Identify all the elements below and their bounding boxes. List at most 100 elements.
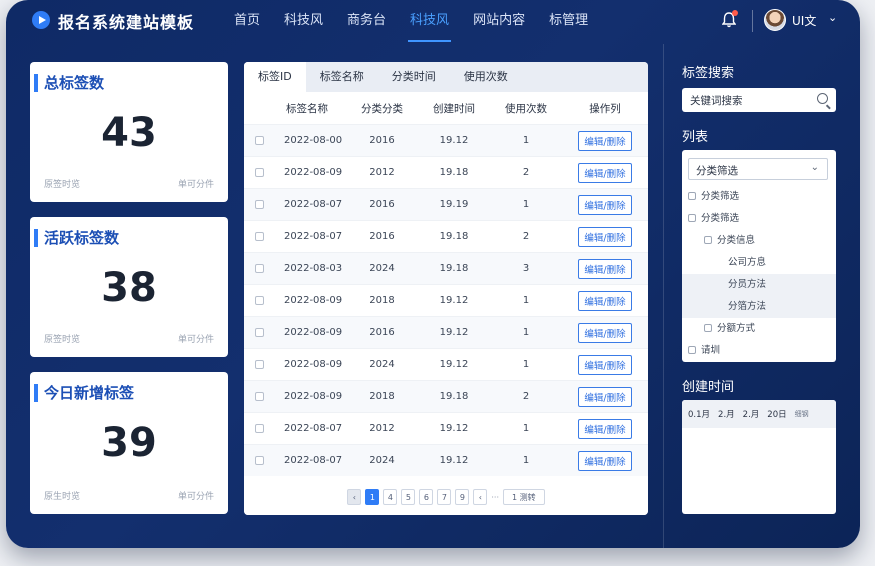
stat-left-note: 原签时览 bbox=[44, 180, 81, 190]
logo-icon bbox=[32, 11, 50, 29]
edit-delete-button[interactable]: 编辑/删除 bbox=[578, 162, 632, 183]
search-icon[interactable] bbox=[817, 93, 828, 104]
nav-item-tech-1[interactable]: 科技风 bbox=[274, 0, 333, 42]
cell-date: 2022-08-00 bbox=[284, 135, 343, 146]
pager-ellipsis: ··· bbox=[491, 492, 499, 502]
nav-item-business[interactable]: 商务台 bbox=[337, 0, 396, 42]
app-title: 报名系统建站模板 bbox=[58, 13, 195, 32]
stat-title: 总标签数 bbox=[44, 74, 105, 92]
time-option[interactable]: 2.月 bbox=[743, 408, 760, 420]
pager-page-button[interactable]: 6 bbox=[419, 489, 434, 505]
row-checkbox[interactable] bbox=[254, 168, 264, 177]
pager-page-button[interactable]: 5 bbox=[401, 489, 416, 505]
column-header[interactable]: 标签名称 bbox=[274, 101, 346, 116]
row-checkbox[interactable] bbox=[254, 392, 264, 401]
cell-count: 2 bbox=[522, 391, 530, 402]
edit-delete-button[interactable]: 编辑/删除 bbox=[578, 290, 632, 311]
pager-prev-button[interactable]: ‹ bbox=[347, 489, 362, 505]
user-name[interactable]: UI文 bbox=[792, 12, 816, 29]
time-option[interactable]: 细钢 bbox=[795, 409, 809, 419]
cell-category: 2016 bbox=[369, 327, 395, 338]
cell-count: 1 bbox=[522, 295, 530, 306]
tree-checkbox[interactable] bbox=[704, 236, 712, 244]
edit-delete-button[interactable]: 编辑/删除 bbox=[578, 386, 632, 407]
stat-card-today-new: 今日新增标签 39 原生时览 单可分件 bbox=[30, 372, 228, 514]
tab-usage-count[interactable]: 使用次数 bbox=[450, 62, 522, 92]
edit-delete-button[interactable]: 编辑/删除 bbox=[578, 322, 632, 343]
row-checkbox[interactable] bbox=[254, 232, 264, 241]
sidebar-divider bbox=[663, 44, 664, 548]
row-checkbox[interactable] bbox=[254, 424, 264, 433]
pager-next-button[interactable]: ‹ bbox=[473, 489, 488, 505]
table-row: 2022-08-09 2016 19.12 1 编辑/删除 bbox=[244, 316, 648, 348]
row-checkbox[interactable] bbox=[254, 264, 264, 273]
tree-checkbox[interactable] bbox=[688, 346, 696, 354]
tree-item[interactable]: 分类筛选 bbox=[682, 208, 836, 230]
column-header[interactable]: 分类分类 bbox=[346, 101, 418, 116]
tree-item[interactable]: 分员方法 bbox=[682, 274, 836, 296]
tree-item[interactable]: 分类筛选 bbox=[682, 186, 836, 208]
tree-checkbox[interactable] bbox=[688, 214, 696, 222]
pager-page-button[interactable]: 1 bbox=[365, 489, 380, 505]
pager-page-button[interactable]: 4 bbox=[383, 489, 398, 505]
time-range-options: 0.1月 2.月 2.月 20日 细钢 bbox=[682, 400, 836, 428]
tree-checkbox[interactable] bbox=[704, 324, 712, 332]
edit-delete-button[interactable]: 编辑/删除 bbox=[578, 226, 632, 247]
notification-bell-icon[interactable] bbox=[721, 10, 738, 28]
nav-item-site-content[interactable]: 网站内容 bbox=[463, 0, 535, 42]
nav-item-home[interactable]: 首页 bbox=[224, 0, 270, 42]
user-avatar[interactable] bbox=[764, 9, 786, 31]
tree-item[interactable]: 公司方息 bbox=[682, 252, 836, 274]
cell-date: 2022-08-09 bbox=[284, 167, 343, 178]
tab-category-time[interactable]: 分类时间 bbox=[378, 62, 450, 92]
stat-value: 43 bbox=[101, 110, 157, 156]
row-checkbox[interactable] bbox=[254, 360, 264, 369]
time-option[interactable]: 0.1月 bbox=[688, 408, 710, 420]
column-header[interactable]: 创建时间 bbox=[418, 101, 490, 116]
table-row: 2022-08-09 2018 19.12 1 编辑/删除 bbox=[244, 284, 648, 316]
row-checkbox[interactable] bbox=[254, 200, 264, 209]
search-input[interactable]: 关键词搜索 bbox=[682, 88, 836, 112]
nav-item-tech-active[interactable]: 科技风 bbox=[400, 0, 459, 42]
column-header[interactable]: 使用次数 bbox=[490, 101, 562, 116]
tree-item[interactable]: 分类信息 bbox=[682, 230, 836, 252]
time-option[interactable]: 20日 bbox=[767, 408, 786, 420]
tree-item[interactable]: 请圳 bbox=[682, 340, 836, 362]
row-checkbox[interactable] bbox=[254, 456, 264, 465]
edit-delete-button[interactable]: 编辑/删除 bbox=[578, 130, 632, 151]
stat-value: 39 bbox=[101, 420, 157, 466]
edit-delete-button[interactable]: 编辑/删除 bbox=[578, 258, 632, 279]
cell-time: 19.12 bbox=[439, 295, 469, 306]
pager-page-button[interactable]: 9 bbox=[455, 489, 470, 505]
tree-item[interactable]: 分箔方法 bbox=[682, 296, 836, 318]
tab-tag-name[interactable]: 标签名称 bbox=[306, 62, 378, 92]
edit-delete-button[interactable]: 编辑/删除 bbox=[578, 450, 632, 471]
nav-item-tag-manage[interactable]: 标管理 bbox=[539, 0, 598, 42]
top-navigation-bar: 报名系统建站模板 首页 科技风 商务台 科技风 网站内容 标管理 UI文 ⌄ bbox=[6, 0, 860, 42]
tree-checkbox[interactable] bbox=[688, 192, 696, 200]
card-accent-bar bbox=[34, 229, 38, 247]
created-time-panel: 0.1月 2.月 2.月 20日 细钢 bbox=[682, 400, 836, 514]
chevron-down-icon[interactable]: ⌄ bbox=[828, 11, 837, 24]
pager-jump-input[interactable]: 1 测转 bbox=[503, 489, 545, 505]
category-filter-select[interactable]: 分类筛选 ⌄ bbox=[688, 158, 828, 180]
cell-date: 2022-08-09 bbox=[284, 327, 343, 338]
cell-date: 2022-08-09 bbox=[284, 359, 343, 370]
tree-item[interactable]: 分额方式 bbox=[682, 318, 836, 340]
table-row: 2022-08-07 2024 19.12 1 编辑/删除 bbox=[244, 444, 648, 476]
row-checkbox[interactable] bbox=[254, 296, 264, 305]
row-checkbox[interactable] bbox=[254, 328, 264, 337]
table-row: 2022-08-00 2016 19.12 1 编辑/删除 bbox=[244, 124, 648, 156]
stat-left-note: 原生时览 bbox=[44, 492, 81, 502]
edit-delete-button[interactable]: 编辑/删除 bbox=[578, 418, 632, 439]
edit-delete-button[interactable]: 编辑/删除 bbox=[578, 194, 632, 215]
time-option[interactable]: 2.月 bbox=[718, 408, 735, 420]
tab-tag-id[interactable]: 标签ID bbox=[244, 62, 306, 92]
notification-dot bbox=[732, 10, 738, 16]
list-section-title: 列表 bbox=[682, 130, 709, 145]
pager-page-button[interactable]: 7 bbox=[437, 489, 452, 505]
edit-delete-button[interactable]: 编辑/删除 bbox=[578, 354, 632, 375]
tree-item-label: 分类信息 bbox=[717, 235, 756, 246]
row-checkbox[interactable] bbox=[254, 136, 264, 145]
cell-category: 2016 bbox=[369, 231, 395, 242]
